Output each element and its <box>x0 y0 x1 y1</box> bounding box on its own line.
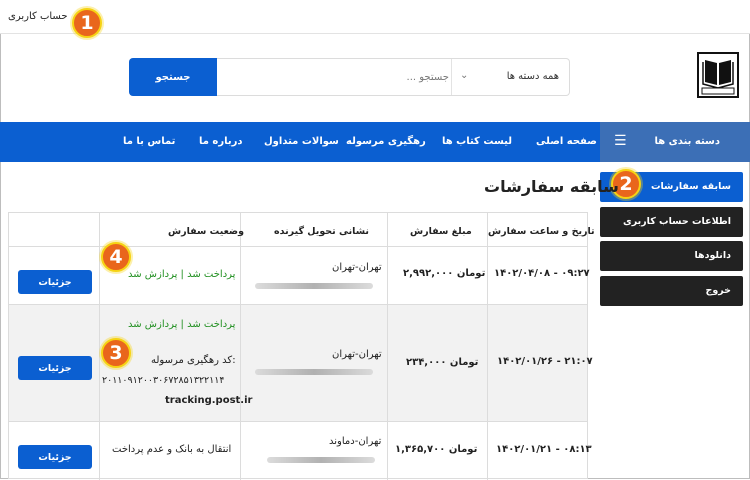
nav-item-home[interactable]: صفحه اصلی <box>536 136 597 147</box>
tracking-code-label: کد رهگیری مرسوله: <box>151 355 236 366</box>
annotation-marker-3: 3 <box>101 338 131 368</box>
category-select[interactable]: همه دسته ها ⌄ <box>451 59 569 95</box>
order-datetime: ۱۴۰۲/۰۴/۰۸ - ۰۹:۲۷ <box>494 268 590 279</box>
details-button[interactable]: جزئیات <box>18 270 92 294</box>
table-header-row: تاریخ و ساعت سفارش مبلغ سفارش نشانی تحوی… <box>9 213 595 247</box>
top-bar: حساب کاربری <box>0 0 750 34</box>
order-status: انتقال به بانک و عدم پرداخت <box>112 444 232 455</box>
nav-item-tracking[interactable]: رهگیری مرسوله <box>346 136 426 147</box>
page-title: سابقه سفارشات <box>484 177 619 196</box>
header-order-status: وضعیت سفارش <box>168 226 245 237</box>
chevron-down-icon: ⌄ <box>460 70 469 81</box>
search-button[interactable]: جستجو <box>129 58 217 96</box>
nav-item-contact[interactable]: تماس با ما <box>123 136 175 147</box>
delivery-address: تهران-دماوند <box>329 436 382 447</box>
details-button[interactable]: جزئیات <box>18 445 92 469</box>
redacted-address-line <box>255 369 373 375</box>
table-row: ۱۴۰۲/۰۱/۲۱ - ۰۸:۱۳ ۱,۳۶۵,۷۰۰ تومان تهران… <box>9 422 592 480</box>
search-input[interactable] <box>231 59 451 95</box>
sidebar-item-label: دانلودها <box>694 250 731 261</box>
delivery-address: تهران-تهران <box>332 262 382 273</box>
sidebar-item-label: اطلاعات حساب کاربری <box>622 216 731 227</box>
order-datetime: ۱۴۰۲/۰۱/۲۱ - ۰۸:۱۳ <box>496 444 592 455</box>
sidebar-item-downloads[interactable]: دانلودها <box>600 241 743 271</box>
tracking-site-link[interactable]: tracking.post.ir <box>165 395 252 406</box>
order-amount: ۱,۳۶۵,۷۰۰ تومان <box>395 444 478 455</box>
sidebar-item-label: سابقه سفارشات <box>650 181 731 192</box>
order-amount: ۲,۹۹۲,۰۰۰ تومان <box>403 268 486 279</box>
nav-categories-label: دسته بندی ها <box>654 136 720 147</box>
header-order-datetime: تاریخ و ساعت سفارش <box>488 226 595 237</box>
nav-item-book-list[interactable]: لیست کتاب ها <box>442 136 512 147</box>
main-nav: ☰ دسته بندی ها صفحه اصلی لیست کتاب ها ره… <box>0 122 750 162</box>
order-amount: ۲۳۴,۰۰۰ تومان <box>406 357 479 368</box>
order-status: پرداخت شد | پردازش شد <box>128 269 236 280</box>
sidebar-item-logout[interactable]: خروج <box>600 276 743 306</box>
book-logo-icon <box>701 60 735 95</box>
hamburger-icon: ☰ <box>614 133 627 149</box>
category-select-label: همه دسته ها <box>506 71 559 82</box>
redacted-address-line <box>255 283 373 289</box>
site-logo[interactable] <box>697 52 739 98</box>
sidebar-item-account-info[interactable]: اطلاعات حساب کاربری <box>600 207 743 237</box>
table-row: ۱۴۰۲/۰۴/۰۸ - ۰۹:۲۷ ۲,۹۹۲,۰۰۰ تومان تهران… <box>9 247 590 305</box>
order-status: پرداخت شد | پردازش شد <box>128 319 236 330</box>
delivery-address: تهران-تهران <box>332 349 382 360</box>
annotation-marker-1: 1 <box>72 8 102 38</box>
redacted-address-line <box>267 457 375 463</box>
header-order-amount: مبلغ سفارش <box>410 226 472 237</box>
sidebar-item-label: خروج <box>705 285 731 296</box>
nav-categories-button[interactable]: ☰ دسته بندی ها <box>600 122 750 162</box>
order-datetime: ۱۴۰۲/۰۱/۲۶ - ۲۱:۰۷ <box>497 356 593 367</box>
annotation-marker-4: 4 <box>101 242 131 272</box>
tracking-code: ۲۰۱۱۰۹۱۲۰۰۳۰۶۷۲۸۵۱۳۲۲۱۱۴ <box>102 375 225 386</box>
nav-item-faq[interactable]: سوالات متداول <box>264 136 339 147</box>
table-row: ۱۴۰۲/۰۱/۲۶ - ۲۱:۰۷ ۲۳۴,۰۰۰ تومان تهران-ت… <box>9 305 593 422</box>
search-box: همه دسته ها ⌄ <box>217 58 570 96</box>
account-link[interactable]: حساب کاربری <box>8 11 68 22</box>
details-button[interactable]: جزئیات <box>18 356 92 380</box>
header-delivery-address: نشانی تحویل گیرنده <box>274 226 369 237</box>
orders-table: تاریخ و ساعت سفارش مبلغ سفارش نشانی تحوی… <box>8 212 595 480</box>
nav-item-about[interactable]: درباره ما <box>199 136 243 147</box>
